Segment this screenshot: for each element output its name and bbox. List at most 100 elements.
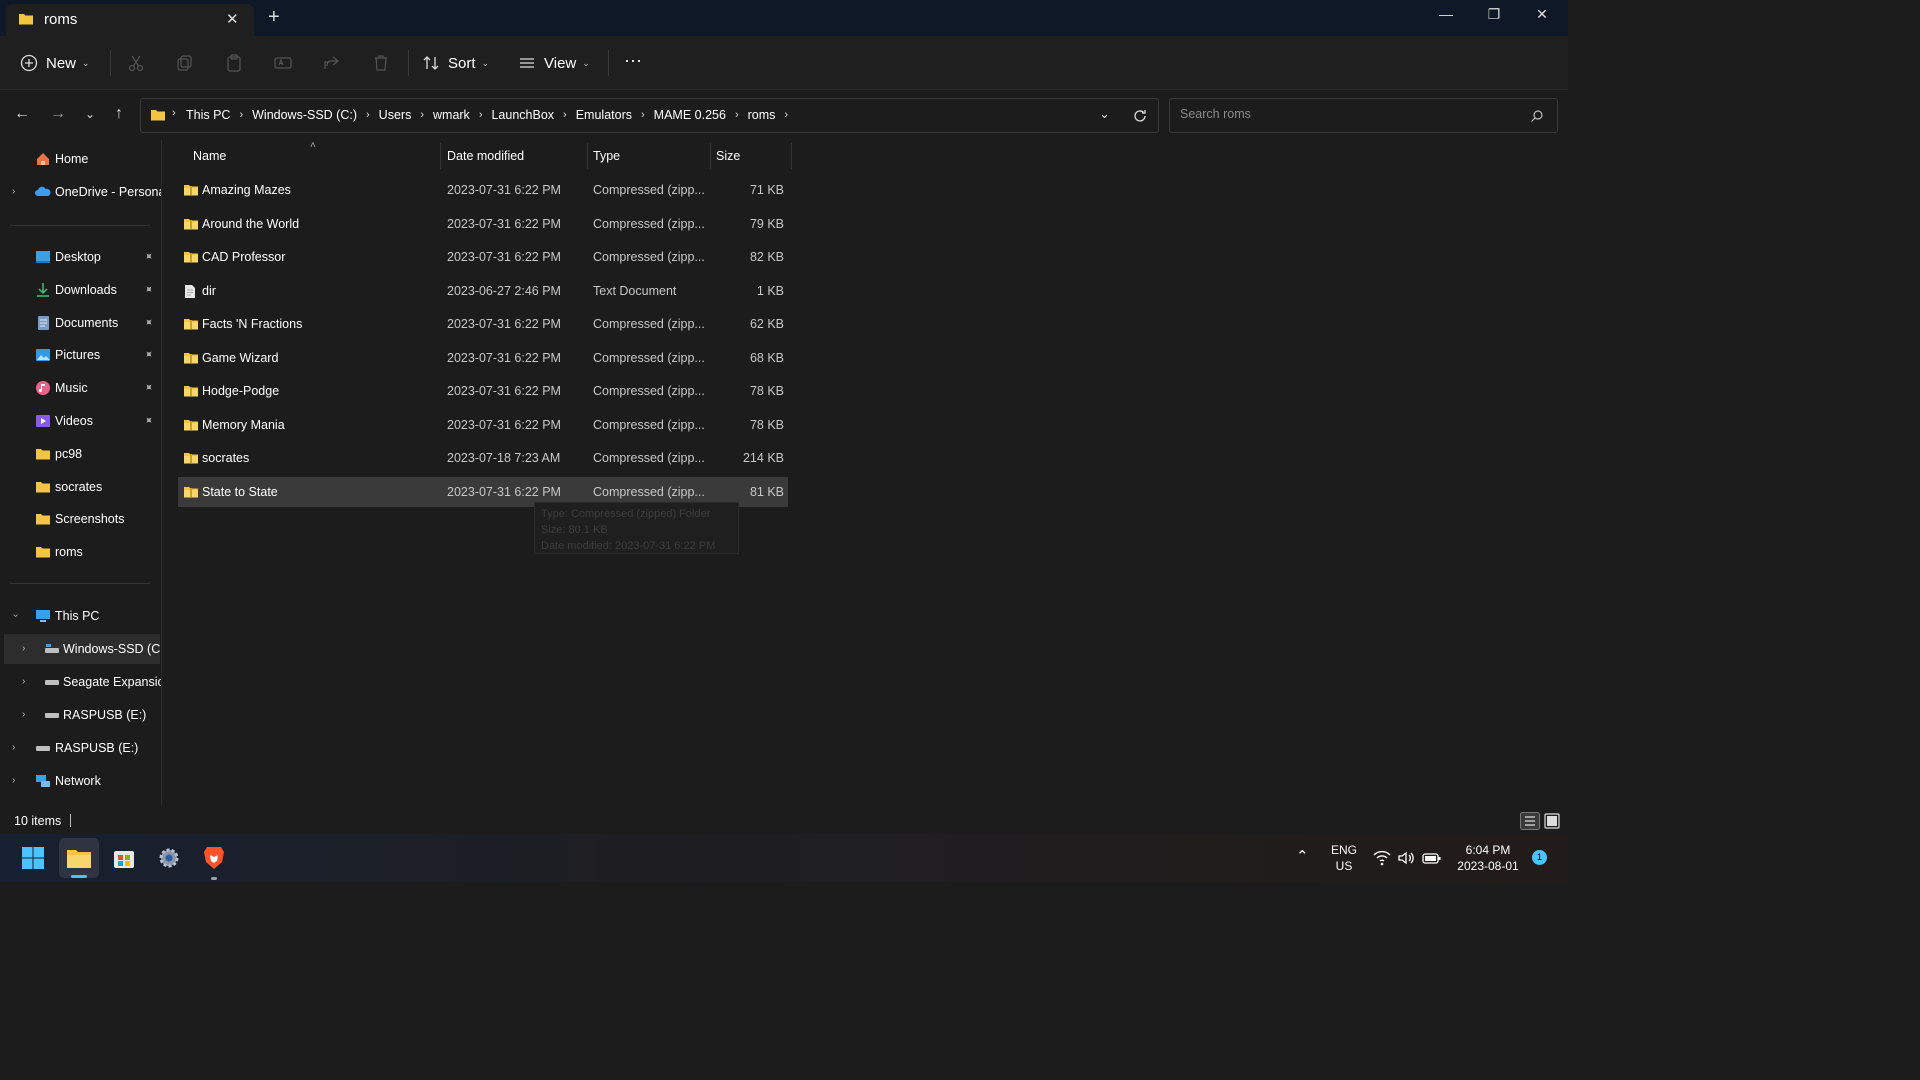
wifi-icon[interactable] (1373, 850, 1391, 866)
table-row[interactable]: Facts 'N Fractions 2023-07-31 6:22 PM Comp… (178, 309, 788, 339)
sidebar-item-home[interactable]: Home (0, 144, 160, 174)
pin-icon[interactable]: ✦ (141, 380, 157, 396)
search-box[interactable] (1169, 98, 1558, 133)
column-divider[interactable] (587, 143, 588, 169)
table-row[interactable]: Game Wizard 2023-07-31 6:22 PM Compressed … (178, 343, 788, 373)
breadcrumb-chevron-icon[interactable]: › (735, 109, 739, 121)
pin-icon[interactable]: ✦ (141, 249, 157, 264)
chevron-right-icon[interactable]: › (12, 186, 15, 197)
sidebar-item-onedrive[interactable]: › OneDrive - Persona (0, 177, 161, 207)
chevron-right-icon[interactable]: › (12, 742, 15, 753)
sidebar-item-videos[interactable]: Videos ✦ (0, 406, 160, 436)
new-tab-button[interactable]: + (268, 6, 280, 29)
column-divider[interactable] (710, 143, 711, 169)
tab-close-icon[interactable]: ✕ (226, 10, 239, 28)
rename-icon[interactable] (273, 53, 293, 73)
breadcrumb-item[interactable]: Users (379, 108, 412, 122)
chevron-right-icon[interactable]: › (22, 676, 25, 687)
sidebar-item-downloads[interactable]: Downloads ✦ (0, 275, 160, 305)
table-row[interactable]: Around the World 2023-07-31 6:22 PM Compre… (178, 209, 788, 239)
sidebar-item-seagate[interactable]: › Seagate Expansio (0, 667, 161, 697)
sidebar-item-raspusb[interactable]: › RASPUSB (E:) (0, 700, 160, 730)
sidebar-item-roms[interactable]: roms (0, 537, 160, 567)
pin-icon[interactable]: ✦ (141, 413, 157, 428)
brave-browser-taskbar-button[interactable] (194, 838, 234, 880)
breadcrumb-item[interactable]: MAME 0.256 (654, 108, 726, 122)
clock[interactable]: 6:04 PM 2023-08-01 (1452, 842, 1524, 874)
table-row[interactable]: Hodge-Podge 2023-07-31 6:22 PM Compressed … (178, 376, 788, 406)
table-row[interactable]: socrates 2023-07-18 7:23 AM Compressed (zi… (178, 443, 788, 473)
sidebar-item-music[interactable]: Music ✦ (0, 373, 160, 403)
sidebar-item-raspusb-root[interactable]: › RASPUSB (E:) (0, 733, 160, 763)
new-button[interactable]: New ⌄ (20, 49, 90, 77)
breadcrumb-chevron-icon[interactable]: › (479, 109, 483, 121)
sort-button[interactable]: Sort ⌄ (422, 49, 489, 77)
recent-locations-chevron-icon[interactable]: ⌄ (80, 107, 100, 127)
breadcrumb-item[interactable]: This PC (186, 108, 230, 122)
settings-taskbar-button[interactable] (149, 838, 189, 878)
table-row[interactable]: dir 2023-06-27 2:46 PM Text Document 1 KB (178, 276, 788, 306)
breadcrumb-item[interactable]: LaunchBox (491, 108, 554, 122)
start-button[interactable] (13, 838, 53, 878)
sidebar-item-this-pc[interactable]: › This PC (0, 601, 160, 631)
sidebar-item-network[interactable]: › Network (0, 766, 160, 796)
breadcrumb-chevron-icon[interactable]: › (641, 109, 645, 121)
address-bar[interactable]: › This PC › Windows-SSD (C:) › Users › wmark › L… (140, 98, 1159, 133)
search-icon[interactable] (1530, 109, 1544, 123)
chevron-right-icon[interactable]: › (22, 643, 25, 654)
delete-icon[interactable] (371, 53, 391, 73)
breadcrumb-item[interactable]: Windows-SSD (C:) (252, 108, 357, 122)
battery-icon[interactable] (1422, 850, 1442, 866)
share-icon[interactable] (322, 53, 342, 73)
column-header-size[interactable]: Size (716, 149, 740, 163)
close-window-button[interactable]: ✕ (1527, 6, 1557, 26)
breadcrumb-chevron-icon[interactable]: › (239, 109, 243, 121)
sidebar-item-socrates[interactable]: socrates (0, 472, 160, 502)
notification-badge[interactable]: 1 (1532, 850, 1547, 865)
pin-icon[interactable]: ✦ (141, 347, 157, 363)
volume-icon[interactable] (1397, 850, 1415, 866)
copy-icon[interactable] (175, 53, 195, 73)
view-button[interactable]: View ⌄ (518, 49, 590, 77)
back-arrow-icon[interactable]: ← (12, 105, 32, 125)
refresh-icon[interactable] (1132, 108, 1148, 124)
table-row[interactable]: CAD Professor 2023-07-31 6:22 PM Compresse… (178, 242, 788, 272)
breadcrumb-item[interactable]: Emulators (576, 108, 632, 122)
column-header-date[interactable]: Date modified (447, 149, 524, 163)
column-divider[interactable] (791, 143, 792, 169)
up-arrow-icon[interactable]: ↑ (109, 105, 129, 125)
table-row[interactable]: Amazing Mazes 2023-07-31 6:22 PM Compresse… (178, 175, 788, 205)
breadcrumb-chevron-icon[interactable]: › (563, 109, 567, 121)
column-divider[interactable] (440, 143, 441, 169)
tab-roms[interactable]: roms ✕ (6, 4, 254, 36)
chevron-right-icon[interactable]: › (12, 775, 15, 786)
large-icons-view-icon[interactable] (1544, 813, 1560, 829)
sidebar-item-screenshots[interactable]: Screenshots (0, 504, 160, 534)
forward-arrow-icon[interactable]: → (48, 105, 68, 125)
column-header-name[interactable]: Name (193, 149, 226, 163)
more-options-button[interactable]: ··· (624, 46, 642, 74)
table-row[interactable]: Memory Mania 2023-07-31 6:22 PM Compressed… (178, 410, 788, 440)
cut-icon[interactable] (126, 53, 146, 73)
breadcrumb-item[interactable]: wmark (433, 108, 470, 122)
pin-icon[interactable]: ✦ (141, 314, 157, 330)
sidebar-item-desktop[interactable]: Desktop ✦ (0, 242, 160, 272)
file-explorer-taskbar-button[interactable] (59, 838, 99, 878)
address-dropdown-chevron-icon[interactable]: ⌄ (1099, 106, 1110, 122)
breadcrumb-chevron-icon[interactable]: › (366, 109, 370, 121)
chevron-right-icon[interactable]: › (22, 709, 25, 720)
show-hidden-icons-chevron-icon[interactable]: ⌃ (1296, 847, 1309, 865)
sidebar-item-documents[interactable]: Documents ✦ (0, 308, 160, 338)
chevron-down-icon[interactable]: › (10, 614, 21, 617)
sidebar-item-pc98[interactable]: pc98 (0, 439, 160, 469)
maximize-button[interactable]: ❐ (1479, 6, 1509, 26)
search-input[interactable] (1178, 106, 1508, 122)
language-indicator[interactable]: ENG US (1329, 842, 1359, 874)
breadcrumb-chevron-icon[interactable]: › (420, 109, 424, 121)
details-view-icon[interactable] (1520, 812, 1540, 830)
sidebar-item-windows-ssd[interactable]: › Windows-SSD (C:) (4, 634, 161, 664)
breadcrumb-item[interactable]: roms (748, 108, 776, 122)
paste-icon[interactable] (224, 53, 244, 73)
pin-icon[interactable]: ✦ (141, 281, 157, 297)
breadcrumb-chevron-icon[interactable]: › (784, 109, 788, 121)
